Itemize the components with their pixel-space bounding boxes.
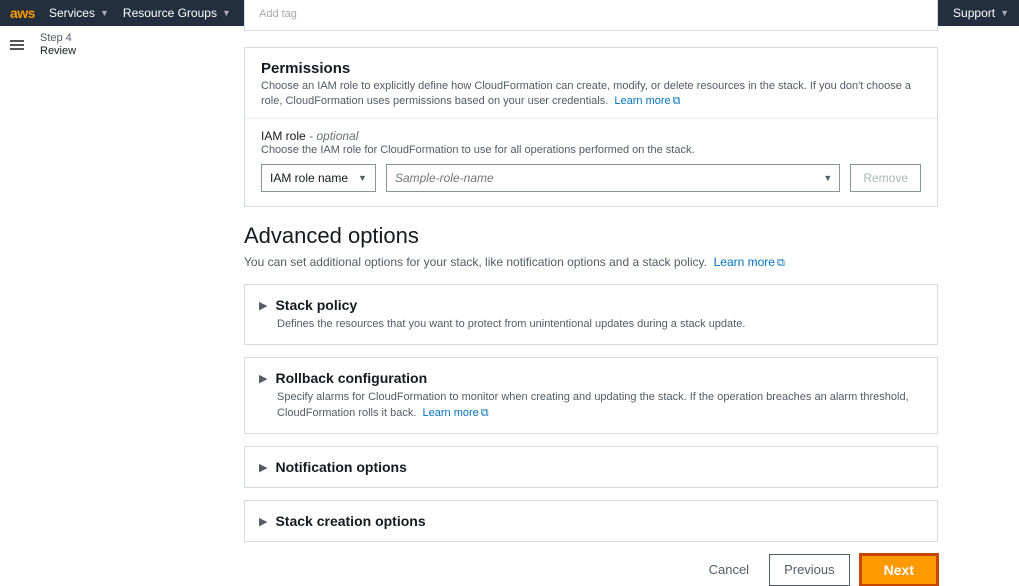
rollback-desc: Specify alarms for CloudFormation to mon… — [277, 390, 921, 421]
caret-right-icon: ▶ — [259, 461, 267, 474]
nav-resource-groups-label: Resource Groups — [123, 6, 217, 20]
permissions-title: Permissions — [261, 60, 921, 77]
notification-title: Notification options — [275, 459, 406, 475]
nav-support[interactable]: Support ▼ — [953, 6, 1009, 20]
iam-role-label: IAM role - optional — [261, 129, 921, 143]
cancel-button[interactable]: Cancel — [699, 554, 759, 586]
wizard-footer: Cancel Previous Next — [244, 554, 938, 586]
chevron-down-icon: ▼ — [222, 8, 231, 18]
permissions-subtitle: Choose an IAM role to explicitly define … — [261, 79, 921, 110]
caret-right-icon: ▶ — [259, 299, 267, 312]
advanced-learn-more-link[interactable]: Learn more — [714, 255, 775, 269]
nav-services[interactable]: Services ▼ — [49, 6, 109, 20]
iam-role-type-label: IAM role name — [270, 171, 348, 185]
iam-role-type-select[interactable]: IAM role name ▼ — [261, 164, 376, 192]
creation-title: Stack creation options — [275, 513, 425, 529]
rollback-title: Rollback configuration — [275, 370, 427, 386]
add-tag-panel: Add tag — [244, 0, 938, 31]
stack-policy-expander[interactable]: ▶ Stack policy Defines the resources tha… — [244, 284, 938, 345]
iam-role-name-input[interactable] — [386, 164, 840, 192]
next-button[interactable]: Next — [860, 554, 938, 586]
stack-policy-desc: Defines the resources that you want to p… — [277, 317, 921, 332]
hamburger-icon[interactable] — [6, 34, 28, 56]
chevron-down-icon: ▼ — [100, 8, 109, 18]
aws-logo[interactable]: aws — [10, 5, 35, 21]
add-tag-label[interactable]: Add tag — [259, 8, 297, 20]
notification-expander[interactable]: ▶ Notification options — [244, 446, 938, 488]
stack-policy-title: Stack policy — [275, 297, 357, 313]
iam-role-help: Choose the IAM role for CloudFormation t… — [261, 144, 921, 156]
permissions-panel: Permissions Choose an IAM role to explic… — [244, 47, 938, 207]
caret-right-icon: ▶ — [259, 515, 267, 528]
rollback-expander[interactable]: ▶ Rollback configuration Specify alarms … — [244, 357, 938, 434]
chevron-down-icon: ▼ — [1000, 8, 1009, 18]
external-link-icon: ⧉ — [481, 406, 489, 421]
permissions-subtitle-text: Choose an IAM role to explicitly define … — [261, 80, 911, 107]
nav-services-label: Services — [49, 6, 95, 20]
main-content: Add tag Permissions Choose an IAM role t… — [244, 0, 938, 586]
nav-support-label: Support — [953, 6, 995, 20]
creation-expander[interactable]: ▶ Stack creation options — [244, 500, 938, 542]
wizard-sidebar: Step 4 Review — [30, 26, 230, 63]
remove-button[interactable]: Remove — [850, 164, 921, 192]
external-link-icon: ⧉ — [673, 94, 681, 109]
external-link-icon: ⧉ — [777, 257, 785, 270]
step-label: Step 4 — [40, 32, 220, 44]
nav-resource-groups[interactable]: Resource Groups ▼ — [123, 6, 231, 20]
previous-button[interactable]: Previous — [769, 554, 850, 586]
permissions-learn-more-link[interactable]: Learn more — [614, 95, 670, 107]
chevron-down-icon: ▼ — [358, 173, 367, 183]
advanced-options-title: Advanced options — [244, 223, 938, 249]
step-name: Review — [40, 45, 220, 57]
caret-right-icon: ▶ — [259, 372, 267, 385]
advanced-options-desc: You can set additional options for your … — [244, 255, 938, 270]
rollback-learn-more-link[interactable]: Learn more — [423, 407, 479, 419]
